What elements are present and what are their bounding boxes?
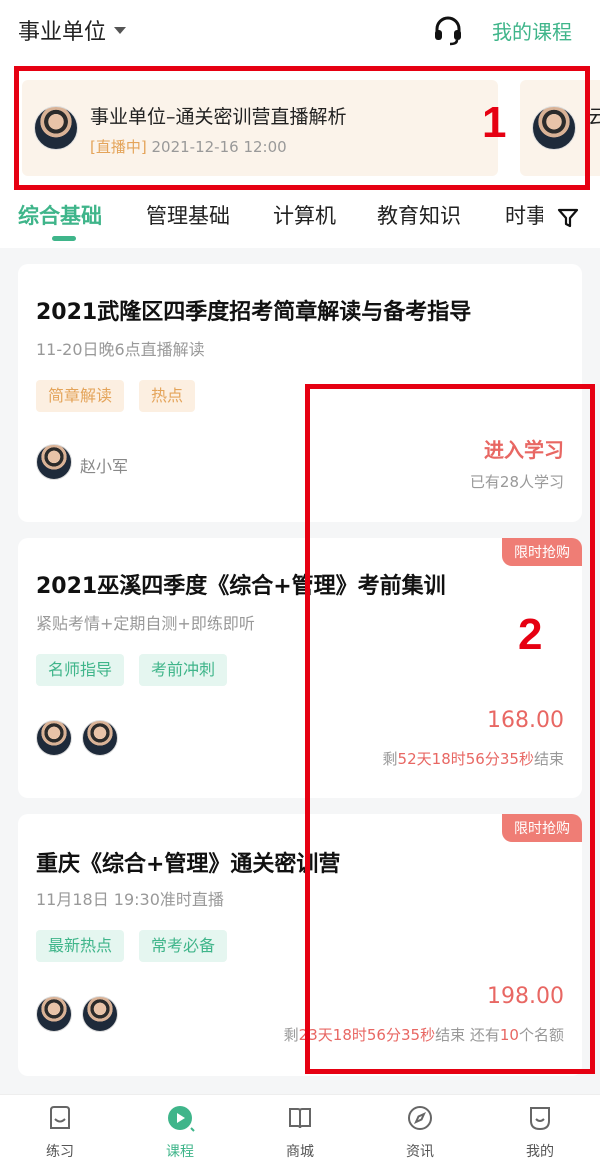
profile-icon <box>530 1107 550 1131</box>
teacher-avatar <box>36 720 72 756</box>
top-header: 事业单位 我的课程 <box>0 0 600 60</box>
teacher-name: 赵小军 <box>80 457 129 476</box>
chevron-down-icon <box>114 26 127 34</box>
category-tabs: 综合基础 管理基础 计算机 教育知识 时事 <box>0 190 600 248</box>
countdown-prefix: 剩 <box>283 1026 299 1044</box>
tab-management-basics[interactable]: 管理基础 <box>146 200 230 230</box>
nav-store[interactable]: 商城 <box>260 1103 340 1161</box>
nav-label: 商城 <box>286 1144 314 1160</box>
exam-category-label: 事业单位 <box>18 20 107 45</box>
course-tag: 简章解读 <box>36 380 125 412</box>
compass-icon <box>408 1106 432 1130</box>
play-icon <box>168 1106 195 1132</box>
my-courses-link[interactable]: 我的课程 <box>492 16 572 45</box>
tab-education-knowledge[interactable]: 教育知识 <box>377 200 461 230</box>
annotation-number-1: 1 <box>482 98 507 147</box>
nav-courses[interactable]: 课程 <box>140 1103 220 1161</box>
nav-label: 资讯 <box>406 1144 434 1160</box>
nav-practice[interactable]: 练习 <box>20 1103 100 1161</box>
course-tag: 名师指导 <box>36 654 125 686</box>
tab-comprehensive-basics[interactable]: 综合基础 <box>18 200 102 230</box>
course-subtitle: 11月18日 19:30准时直播 <box>36 890 224 909</box>
nav-news[interactable]: 资讯 <box>380 1103 460 1161</box>
nav-label: 课程 <box>166 1144 194 1160</box>
tab-overflow-clip: 时事 <box>505 190 543 248</box>
course-tag: 考前冲刺 <box>139 654 228 686</box>
annotation-box-2 <box>305 384 595 1074</box>
nav-profile[interactable]: 我的 <box>500 1103 580 1161</box>
course-title: 2021武隆区四季度招考简章解读与备考指导 <box>36 300 472 325</box>
teacher-avatar <box>36 444 72 480</box>
course-tag: 最新热点 <box>36 930 125 962</box>
course-tag: 常考必备 <box>139 930 228 962</box>
annotation-number-2: 2 <box>518 610 543 659</box>
nav-label: 我的 <box>526 1144 554 1160</box>
course-title: 重庆《综合+管理》通关密训营 <box>36 852 341 877</box>
exam-category-selector[interactable]: 事业单位 <box>18 14 127 46</box>
bottom-navigation: 练习 课程 商城 资讯 我的 <box>0 1094 600 1170</box>
course-subtitle: 11-20日晚6点直播解读 <box>36 340 205 359</box>
teacher-avatar <box>36 996 72 1032</box>
filter-icon[interactable] <box>556 206 580 230</box>
teacher-avatar <box>82 720 118 756</box>
course-tag: 热点 <box>139 380 196 412</box>
active-tab-indicator <box>52 236 76 241</box>
headset-icon[interactable] <box>432 14 464 46</box>
tab-computer[interactable]: 计算机 <box>273 200 336 230</box>
tab-current-affairs[interactable]: 时事 <box>505 200 543 230</box>
course-subtitle: 紧贴考情+定期自测+即练即听 <box>36 614 255 633</box>
nav-label: 练习 <box>46 1144 74 1160</box>
teacher-avatar <box>82 996 118 1032</box>
book-icon <box>289 1108 311 1129</box>
practice-icon <box>50 1106 70 1129</box>
